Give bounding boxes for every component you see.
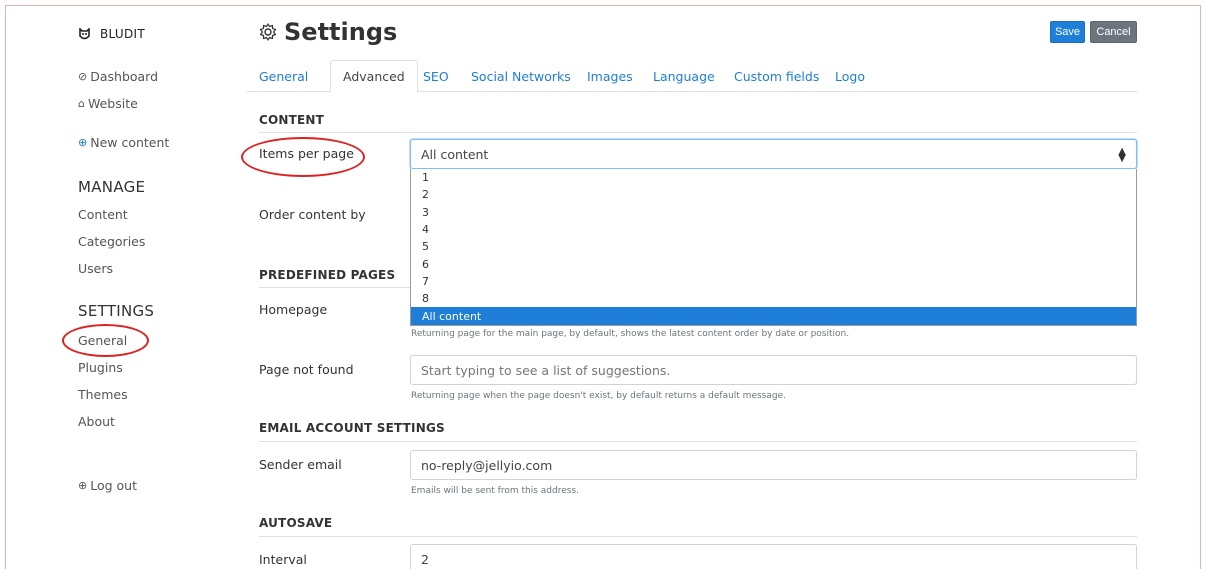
manage-heading: MANAGE (78, 178, 146, 196)
settings-tabs: General Advanced SEO Social Networks Ima… (247, 60, 1137, 93)
homepage-help: Returning page for the main page, by def… (411, 329, 850, 339)
dropdown-option[interactable]: 8 (411, 290, 1136, 307)
items-per-page-dropdown: 1 2 3 4 5 6 7 8 All content (410, 169, 1137, 326)
interval-input[interactable]: 2 (410, 544, 1137, 569)
dropdown-option[interactable]: 6 (411, 255, 1136, 272)
dropdown-option[interactable]: 4 (411, 221, 1136, 238)
tab-custom-fields[interactable]: Custom fields (722, 60, 831, 92)
email-section-heading: EMAIL ACCOUNT SETTINGS (259, 421, 445, 435)
select-arrows-icon: ▲ ▼ (1118, 146, 1126, 164)
sidebar-item-label: New content (90, 135, 170, 150)
sender-email-input[interactable]: no-reply@jellyio.com (410, 450, 1137, 480)
divider (259, 536, 1137, 537)
sidebar-item-website[interactable]: ⌂ Website (78, 96, 138, 111)
divider (259, 441, 1137, 442)
tab-general[interactable]: General (247, 60, 320, 92)
page-title: Settings (258, 18, 397, 46)
dropdown-option[interactable]: 7 (411, 273, 1136, 290)
items-per-page-value: All content (421, 146, 489, 162)
divider (259, 132, 1137, 133)
cancel-button[interactable]: Cancel (1090, 21, 1137, 43)
annotation-circle-general (62, 324, 149, 357)
sidebar-item-logout[interactable]: ⊕ Log out (78, 478, 137, 493)
gear-icon (259, 23, 277, 41)
annotation-circle-items-per-page (241, 137, 365, 177)
page-not-found-placeholder: Start typing to see a list of suggestion… (421, 362, 671, 378)
predefined-section-heading: PREDEFINED PAGES (259, 268, 396, 282)
sidebar-item-new-content[interactable]: ⊕ New content (78, 135, 169, 150)
logout-icon: ⊕ (78, 479, 88, 492)
plus-circle-icon: ⊕ (78, 136, 88, 149)
interval-label: Interval (259, 552, 307, 567)
dashboard-icon: ⊘ (78, 70, 88, 83)
sidebar-item-dashboard[interactable]: ⊘ Dashboard (78, 69, 158, 84)
sender-email-value: no-reply@jellyio.com (421, 457, 553, 473)
interval-value: 2 (421, 551, 429, 567)
content-section-heading: CONTENT (259, 113, 325, 127)
dropdown-option[interactable]: 3 (411, 204, 1136, 221)
sidebar-item-plugins[interactable]: Plugins (78, 360, 123, 375)
page-not-found-label: Page not found (259, 362, 354, 377)
dropdown-option[interactable]: 2 (411, 186, 1136, 203)
sidebar-item-themes[interactable]: Themes (78, 387, 128, 402)
tab-logo[interactable]: Logo (823, 60, 877, 92)
sidebar-item-users[interactable]: Users (78, 261, 113, 276)
sidebar-item-about[interactable]: About (78, 414, 115, 429)
home-icon: ⌂ (78, 97, 85, 110)
sender-email-help: Emails will be sent from this address. (411, 486, 579, 496)
dropdown-option[interactable]: 5 (411, 238, 1136, 255)
items-per-page-select[interactable]: All content ▲ ▼ (410, 139, 1137, 169)
tab-social-networks[interactable]: Social Networks (459, 60, 583, 92)
settings-heading: SETTINGS (78, 302, 155, 320)
sidebar-item-categories[interactable]: Categories (78, 234, 145, 249)
sidebar-item-label: Log out (90, 478, 137, 493)
tab-language[interactable]: Language (641, 60, 727, 92)
page-not-found-input[interactable]: Start typing to see a list of suggestion… (410, 355, 1137, 385)
tab-advanced[interactable]: Advanced (330, 60, 418, 93)
sender-email-label: Sender email (259, 457, 342, 472)
sidebar-item-label: Website (87, 96, 138, 111)
brand[interactable]: BLUDIT (78, 27, 145, 41)
tab-images[interactable]: Images (575, 60, 645, 92)
autosave-section-heading: AUTOSAVE (259, 516, 333, 530)
dropdown-option[interactable]: 1 (411, 169, 1136, 186)
sidebar-item-label: Dashboard (90, 69, 159, 84)
page-title-text: Settings (284, 18, 398, 46)
tab-seo[interactable]: SEO (411, 60, 461, 92)
homepage-label: Homepage (259, 302, 328, 317)
bludit-logo-icon (79, 27, 90, 39)
save-button[interactable]: Save (1050, 21, 1085, 43)
sidebar-item-content[interactable]: Content (78, 207, 128, 222)
dropdown-option-selected[interactable]: All content (411, 307, 1136, 325)
brand-name: BLUDIT (100, 27, 146, 41)
page-not-found-help: Returning page when the page doesn't exi… (411, 391, 786, 401)
order-content-by-label: Order content by (259, 207, 366, 222)
